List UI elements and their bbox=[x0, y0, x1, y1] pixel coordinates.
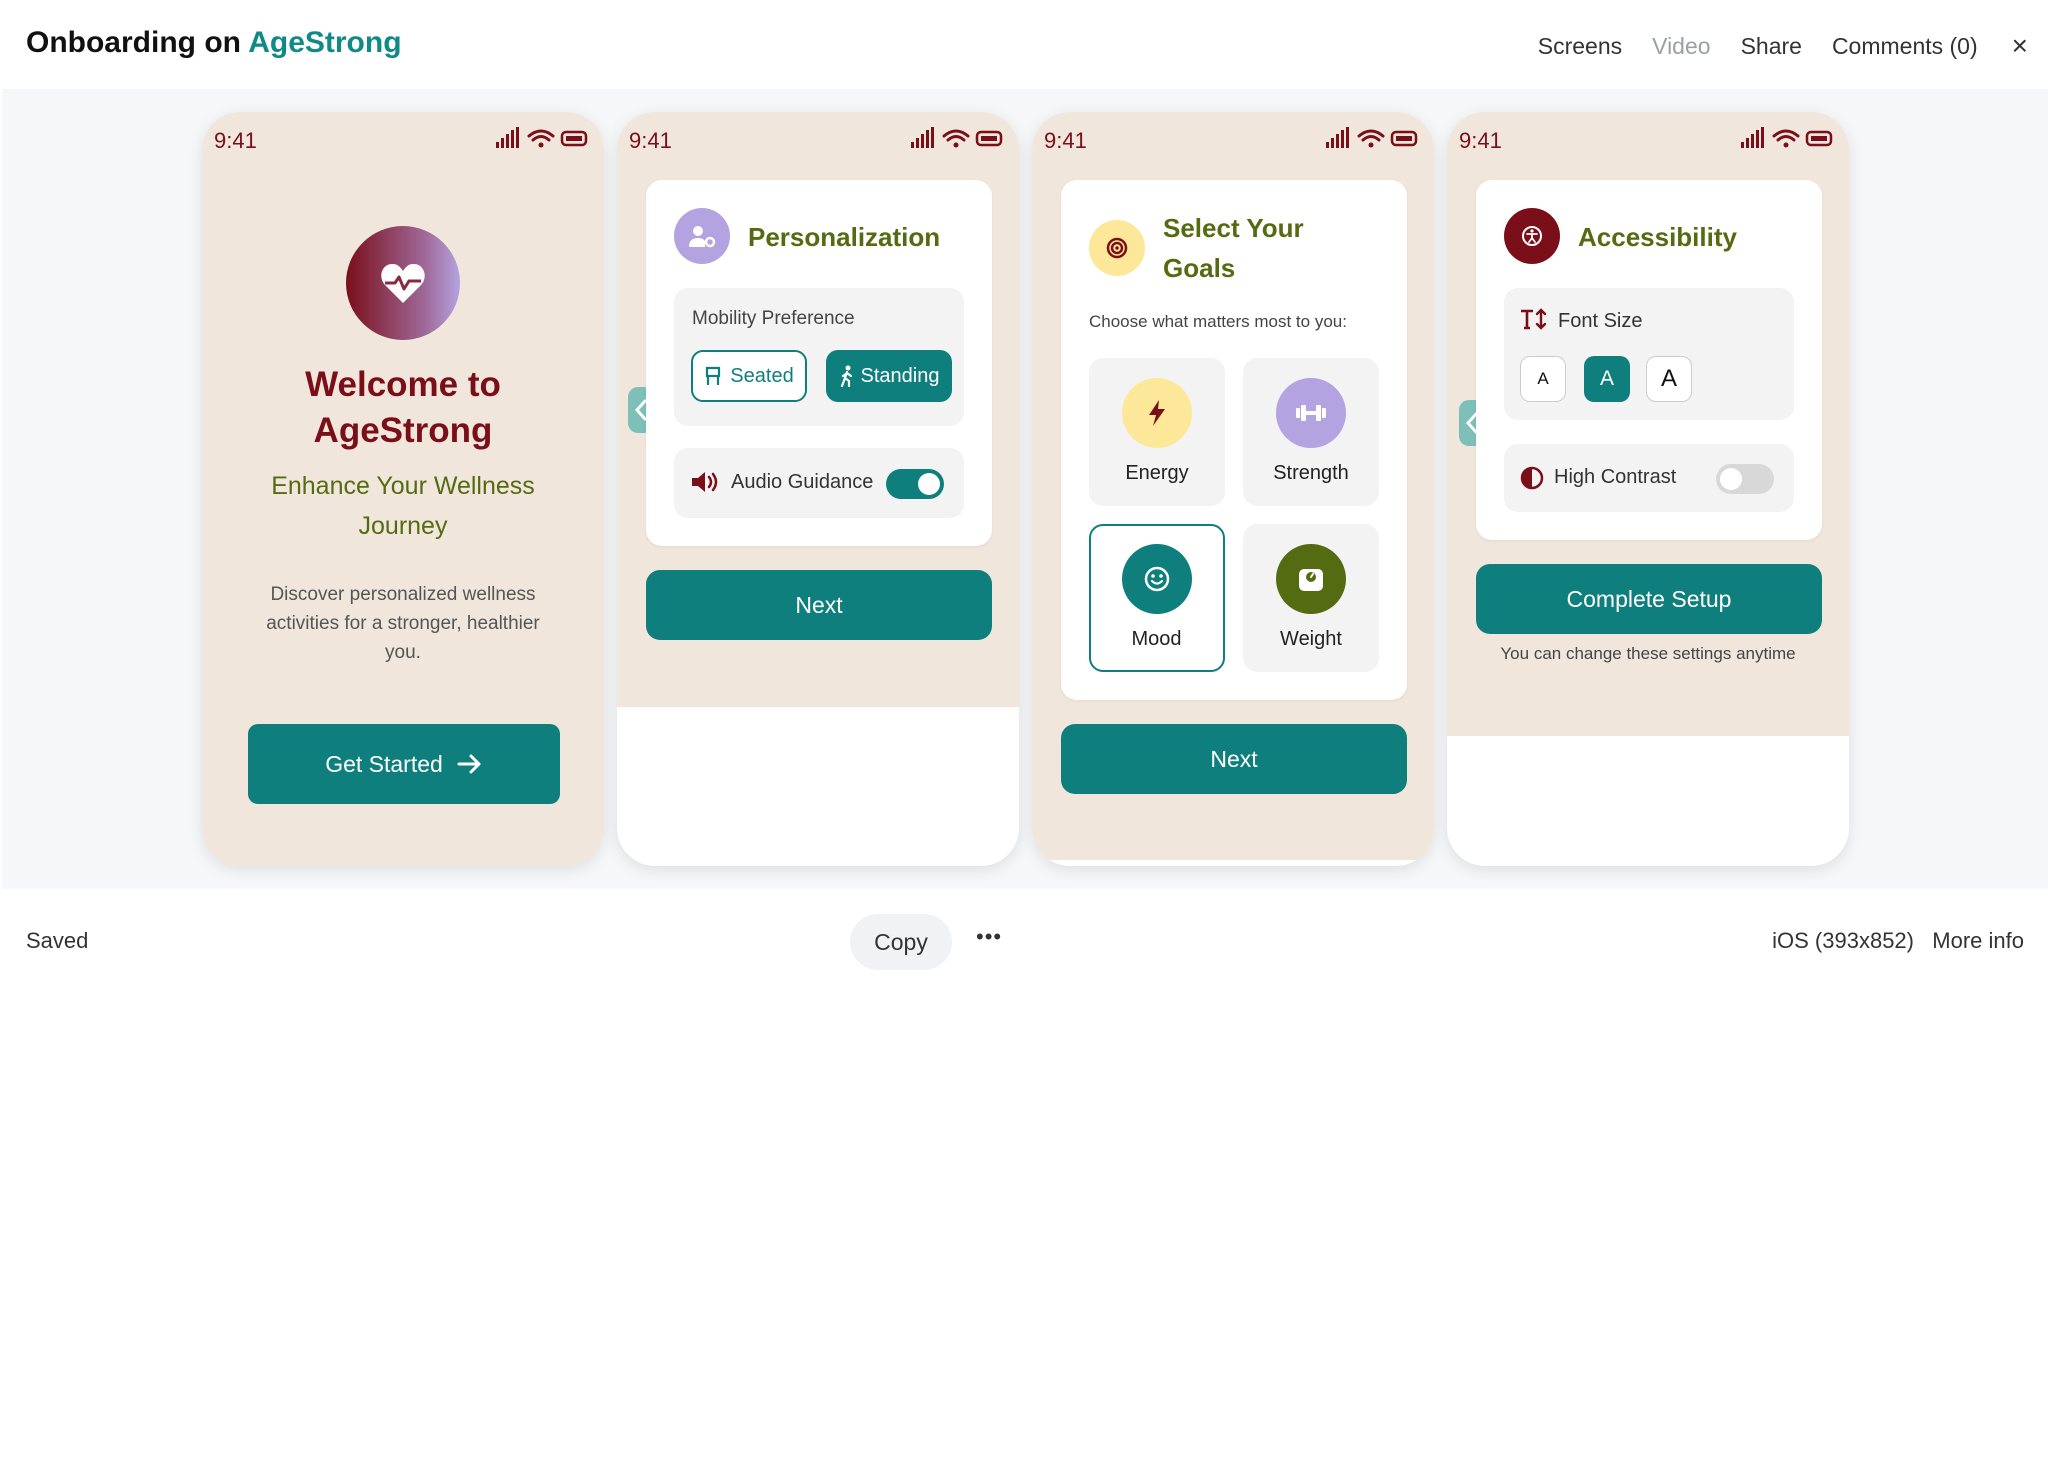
goal-label: Strength bbox=[1273, 462, 1349, 484]
toggle-knob bbox=[1720, 468, 1742, 490]
next-label: Next bbox=[1210, 745, 1258, 772]
device-selector[interactable]: iOS (393x852) bbox=[1772, 928, 1914, 954]
status-icons bbox=[1741, 127, 1833, 148]
font-size-small-button[interactable]: A bbox=[1520, 356, 1566, 402]
status-icons bbox=[911, 127, 1003, 148]
toggle-knob bbox=[918, 473, 940, 495]
status-bar: 9:41 bbox=[617, 112, 1019, 166]
accessibility-icon bbox=[1504, 208, 1560, 264]
phone-welcome: 9:41 Welcome to AgeStrong Enhance Your W… bbox=[202, 112, 604, 866]
audio-guidance-label: Audio Guidance bbox=[731, 471, 874, 493]
personalization-card: Personalization Mobility Preference Seat… bbox=[646, 180, 992, 546]
seated-option-button[interactable]: Seated bbox=[691, 350, 807, 402]
complete-setup-button[interactable]: Complete Setup bbox=[1476, 564, 1822, 634]
phone-goals: 9:41 Select Your Goals Choose what matte… bbox=[1032, 112, 1434, 866]
nav-comments[interactable]: Comments (0) bbox=[1832, 33, 1978, 60]
smile-icon bbox=[1122, 544, 1192, 614]
copy-label: Copy bbox=[874, 928, 928, 955]
header-nav: Screens Video Share Comments (0) × bbox=[1508, 30, 2028, 62]
speaker-icon bbox=[692, 472, 718, 492]
goal-option-strength[interactable]: Strength bbox=[1243, 358, 1379, 506]
more-info-link[interactable]: More info bbox=[1932, 928, 2024, 954]
font-size-label: Font Size bbox=[1558, 310, 1643, 332]
heart-pulse-icon bbox=[381, 263, 425, 303]
goals-card: Select Your Goals Choose what matters mo… bbox=[1061, 180, 1407, 700]
footer-bar: Saved Copy ••• iOS (393x852) More info bbox=[0, 900, 2048, 980]
dumbbell-icon bbox=[1276, 378, 1346, 448]
status-time: 9:41 bbox=[214, 128, 257, 153]
phone-personalization: 9:41 Personalization Mobility Preference… bbox=[617, 112, 1019, 866]
high-contrast-toggle[interactable] bbox=[1716, 464, 1774, 494]
status-time: 9:41 bbox=[629, 128, 672, 153]
status-bar: 9:41 bbox=[1032, 112, 1434, 166]
heart-logo bbox=[346, 226, 460, 340]
complete-setup-label: Complete Setup bbox=[1566, 585, 1732, 612]
seated-label: Seated bbox=[730, 364, 794, 387]
status-bar: 9:41 bbox=[1447, 112, 1849, 166]
welcome-heading: Welcome to AgeStrong bbox=[305, 365, 501, 450]
high-contrast-row: High Contrast bbox=[1504, 444, 1794, 512]
accessibility-card: Accessibility Font Size A A A High Contr… bbox=[1476, 180, 1822, 540]
personalization-title: Personalization bbox=[748, 222, 941, 252]
font-size-large-button[interactable]: A bbox=[1646, 356, 1692, 402]
goal-label: Weight bbox=[1280, 628, 1342, 650]
lightning-icon bbox=[1122, 378, 1192, 448]
scale-icon bbox=[1276, 544, 1346, 614]
chair-icon bbox=[706, 366, 721, 385]
goal-label: Energy bbox=[1125, 462, 1189, 484]
welcome-description: Discover personalized wellness activitie… bbox=[266, 584, 540, 663]
top-bar: Onboarding on AgeStrong Screens Video Sh… bbox=[0, 0, 2048, 90]
goal-option-mood[interactable]: Mood bbox=[1089, 524, 1225, 672]
saved-status: Saved bbox=[26, 928, 89, 953]
status-icons bbox=[1326, 127, 1418, 148]
get-started-label: Get Started bbox=[325, 750, 443, 777]
next-button[interactable]: Next bbox=[1061, 724, 1407, 794]
goals-prompt: Choose what matters most to you: bbox=[1089, 312, 1347, 331]
walking-icon bbox=[840, 365, 852, 387]
nav-share[interactable]: Share bbox=[1741, 33, 1802, 60]
goal-label: Mood bbox=[1131, 628, 1182, 650]
close-icon[interactable]: × bbox=[2012, 30, 2028, 62]
audio-guidance-row: Audio Guidance bbox=[674, 448, 964, 518]
more-options-icon[interactable]: ••• bbox=[976, 924, 1002, 950]
next-label: Next bbox=[795, 591, 843, 618]
goal-option-weight[interactable]: Weight bbox=[1243, 524, 1379, 672]
status-time: 9:41 bbox=[1459, 128, 1502, 153]
standing-option-button[interactable]: Standing bbox=[826, 350, 952, 402]
accessibility-title: Accessibility bbox=[1578, 222, 1737, 252]
standing-label: Standing bbox=[860, 364, 940, 387]
copy-button[interactable]: Copy bbox=[850, 914, 952, 970]
title-prefix: Onboarding on bbox=[26, 26, 241, 59]
phone-accessibility: 9:41 Accessibility Font Size A A A High … bbox=[1447, 112, 1849, 866]
nav-video[interactable]: Video bbox=[1652, 33, 1710, 60]
high-contrast-label: High Contrast bbox=[1554, 466, 1677, 488]
next-button[interactable]: Next bbox=[646, 570, 992, 640]
font-size-medium-button[interactable]: A bbox=[1584, 356, 1630, 402]
status-bar: 9:41 bbox=[202, 112, 604, 166]
mobility-preference-group: Mobility Preference Seated Standing bbox=[674, 288, 964, 426]
audio-guidance-toggle[interactable] bbox=[886, 469, 944, 499]
contrast-icon bbox=[1520, 466, 1544, 490]
welcome-subheading: Enhance Your Wellness Journey bbox=[271, 472, 535, 540]
settings-note: You can change these settings anytime bbox=[1500, 644, 1796, 663]
arrow-right-icon bbox=[457, 754, 481, 774]
nav-screens[interactable]: Screens bbox=[1538, 33, 1622, 60]
status-icons bbox=[496, 127, 588, 148]
goal-option-energy[interactable]: Energy bbox=[1089, 358, 1225, 506]
status-time: 9:41 bbox=[1044, 128, 1087, 153]
page-title: Onboarding on AgeStrong bbox=[26, 26, 402, 60]
user-settings-icon bbox=[674, 208, 730, 264]
title-brand: AgeStrong bbox=[248, 26, 402, 59]
font-size-group: Font Size A A A bbox=[1504, 288, 1794, 420]
get-started-button[interactable]: Get Started bbox=[248, 724, 560, 804]
mobility-label: Mobility Preference bbox=[692, 308, 855, 329]
text-size-icon bbox=[1521, 308, 1547, 330]
target-icon bbox=[1089, 220, 1145, 276]
goals-title: Select Your Goals bbox=[1163, 213, 1304, 283]
